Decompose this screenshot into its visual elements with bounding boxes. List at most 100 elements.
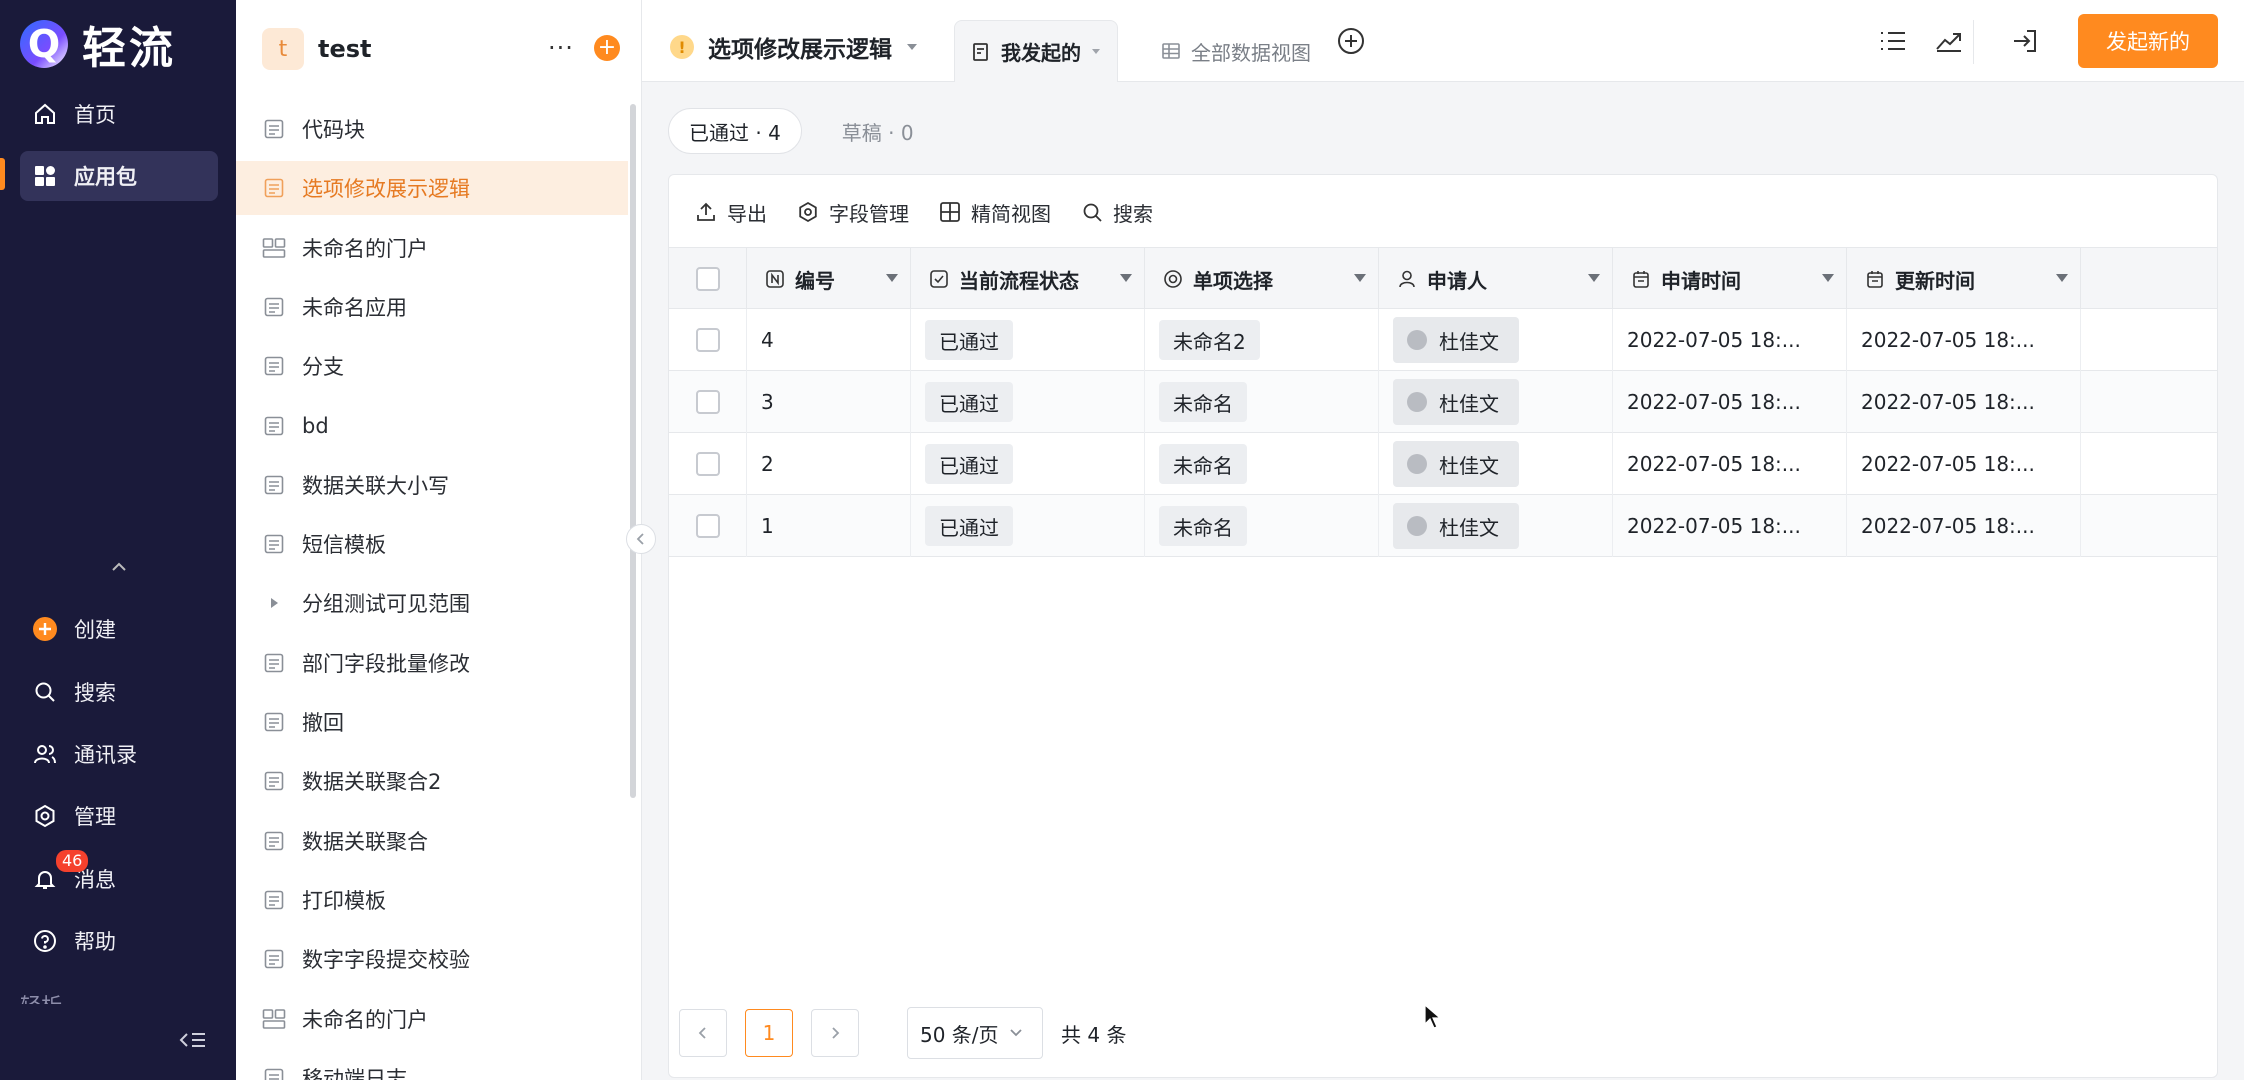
- column-header-choice[interactable]: 单项选择: [1145, 248, 1379, 310]
- triangle-right-icon: [262, 591, 286, 615]
- row-checkbox[interactable]: [695, 328, 720, 352]
- list-icon[interactable]: [1876, 24, 1910, 58]
- table-row[interactable]: 4 已通过 未命名2 杜佳文 2022-07-05 18:... 2022-07-05 1…: [669, 309, 2217, 371]
- brand-logo[interactable]: Q 轻流: [20, 14, 176, 74]
- form-icon: [262, 1066, 286, 1080]
- chevron-left-icon: [698, 1027, 706, 1039]
- cell-id: 2: [747, 433, 911, 495]
- table-row[interactable]: 1 已通过 未命名 杜佳文 2022-07-05 18:... 2022-07-05 18…: [669, 495, 2217, 557]
- applicant-name: 杜佳文: [1439, 391, 1499, 416]
- applicant-tag: 杜佳文: [1393, 379, 1519, 425]
- sort-caret-icon[interactable]: [886, 274, 898, 282]
- collapse-panel-button[interactable]: [626, 524, 656, 554]
- app-list-item[interactable]: 数据关联大小写: [236, 458, 628, 512]
- field-management-button[interactable]: 字段管理: [797, 195, 909, 229]
- nav-item-messages[interactable]: 消息: [20, 854, 218, 904]
- app-list-scrollbar[interactable]: [630, 104, 636, 798]
- app-title-selector[interactable]: ! 选项修改展示逻辑: [670, 30, 918, 64]
- sort-caret-icon[interactable]: [1354, 274, 1366, 282]
- row-checkbox[interactable]: [695, 452, 720, 476]
- home-icon: [32, 101, 58, 127]
- app-list-item[interactable]: 部门字段批量修改: [236, 636, 628, 690]
- checkbox-icon: [930, 270, 948, 288]
- applicant-tag: 杜佳文: [1393, 503, 1519, 549]
- nav-label: 管理: [74, 805, 116, 829]
- sort-caret-icon[interactable]: [2056, 274, 2068, 282]
- app-list-item[interactable]: 数字字段提交校验: [236, 932, 628, 986]
- app-list-item[interactable]: bd: [236, 399, 628, 453]
- app-list-item[interactable]: 移动端日志: [236, 1051, 628, 1080]
- column-header-id[interactable]: 编号: [747, 248, 911, 310]
- nav-label: 通讯录: [74, 743, 137, 767]
- table-row[interactable]: 3 已通过 未命名 杜佳文 2022-07-05 18:... 2022-07-05 18…: [669, 371, 2217, 433]
- app-list-item[interactable]: 打印模板: [236, 873, 628, 927]
- user-icon: [1399, 270, 1415, 288]
- app-list-item[interactable]: 未命名应用: [236, 280, 628, 334]
- row-checkbox[interactable]: [695, 514, 720, 538]
- nav-item-search[interactable]: 搜索: [20, 667, 218, 717]
- table-icon: [1162, 43, 1180, 59]
- add-app-button[interactable]: +: [594, 35, 620, 61]
- column-header-updated[interactable]: 更新时间: [1847, 248, 2081, 310]
- portal-icon: [262, 1007, 286, 1031]
- select-all-checkbox[interactable]: [695, 267, 720, 291]
- prev-page-button[interactable]: [679, 1009, 727, 1057]
- applicant-name: 杜佳文: [1439, 453, 1499, 478]
- row-checkbox[interactable]: [695, 390, 720, 414]
- cell-applicant: 杜佳文: [1379, 433, 1613, 495]
- sort-caret-icon[interactable]: [1588, 274, 1600, 282]
- app-list-item[interactable]: 未命名的门户: [236, 221, 628, 275]
- collapse-nav-icon[interactable]: [178, 1028, 208, 1052]
- workspace-name: test: [318, 35, 372, 63]
- add-view-icon[interactable]: [1334, 24, 1368, 58]
- cell-status: 已通过: [911, 371, 1145, 433]
- workspace-header[interactable]: t test: [262, 28, 372, 70]
- column-header-created[interactable]: 申请时间: [1613, 248, 1847, 310]
- tab-all-data-view[interactable]: 全部数据视图: [1145, 20, 1327, 82]
- app-list-item[interactable]: 撤回: [236, 695, 628, 749]
- start-new-button[interactable]: 发起新的: [2078, 14, 2218, 68]
- app-list-item[interactable]: 代码块: [236, 102, 628, 156]
- status-tab-draft[interactable]: 草稿 · 0: [822, 108, 934, 154]
- choice-tag: 未命名2: [1159, 320, 1260, 360]
- app-list-item[interactable]: 分支: [236, 339, 628, 393]
- compact-view-button[interactable]: 精简视图: [939, 195, 1051, 229]
- app-label: 未命名的门户: [302, 1007, 428, 1032]
- exit-icon[interactable]: [2008, 24, 2042, 58]
- export-button[interactable]: 导出: [695, 195, 767, 229]
- column-header-status[interactable]: 当前流程状态: [911, 248, 1145, 310]
- sort-caret-icon[interactable]: [1822, 274, 1834, 282]
- chevron-up-icon[interactable]: [108, 556, 130, 578]
- app-list-item[interactable]: 选项修改展示逻辑: [236, 161, 628, 216]
- trend-chart-icon[interactable]: [1932, 24, 1966, 58]
- app-list-item[interactable]: 短信模板: [236, 517, 628, 571]
- nav-item-home[interactable]: 首页: [20, 89, 218, 139]
- tab-my-initiated[interactable]: 我发起的: [954, 20, 1118, 82]
- next-page-button[interactable]: [811, 1009, 859, 1057]
- bell-icon: [32, 866, 58, 892]
- app-title: 选项修改展示逻辑: [708, 37, 892, 63]
- status-tag: 已通过: [925, 444, 1013, 484]
- pagination: 1 50 条/页 共 4 条: [679, 1007, 1126, 1059]
- column-header-applicant[interactable]: 申请人: [1379, 248, 1613, 310]
- app-list-item[interactable]: 分组测试可见范围: [236, 576, 628, 630]
- plus-circle-icon: [32, 616, 58, 642]
- sort-caret-icon[interactable]: [1120, 274, 1132, 282]
- table-search-button[interactable]: 搜索: [1081, 195, 1153, 229]
- nav-overflow-item: 轻析: [20, 990, 62, 1004]
- nav-item-apps[interactable]: 应用包: [20, 151, 218, 201]
- workspace-avatar: t: [262, 28, 304, 70]
- page-size-select[interactable]: 50 条/页: [907, 1007, 1043, 1059]
- more-options-icon[interactable]: ···: [548, 34, 574, 62]
- app-list-item[interactable]: 数据关联聚合2: [236, 754, 628, 808]
- status-tab-approved[interactable]: 已通过 · 4: [668, 108, 802, 154]
- nav-item-create[interactable]: 创建: [20, 604, 218, 654]
- nav-item-contacts[interactable]: 通讯录: [20, 729, 218, 779]
- app-list-item[interactable]: 数据关联聚合: [236, 814, 628, 868]
- page-number-button[interactable]: 1: [745, 1009, 793, 1057]
- table-row[interactable]: 2 已通过 未命名 杜佳文 2022-07-05 18:... 2022-07-05 18…: [669, 433, 2217, 495]
- nav-item-help[interactable]: 帮助: [20, 916, 218, 966]
- app-list-item[interactable]: 未命名的门户: [236, 992, 628, 1046]
- applicant-tag: 杜佳文: [1393, 441, 1519, 487]
- nav-item-admin[interactable]: 管理: [20, 791, 218, 841]
